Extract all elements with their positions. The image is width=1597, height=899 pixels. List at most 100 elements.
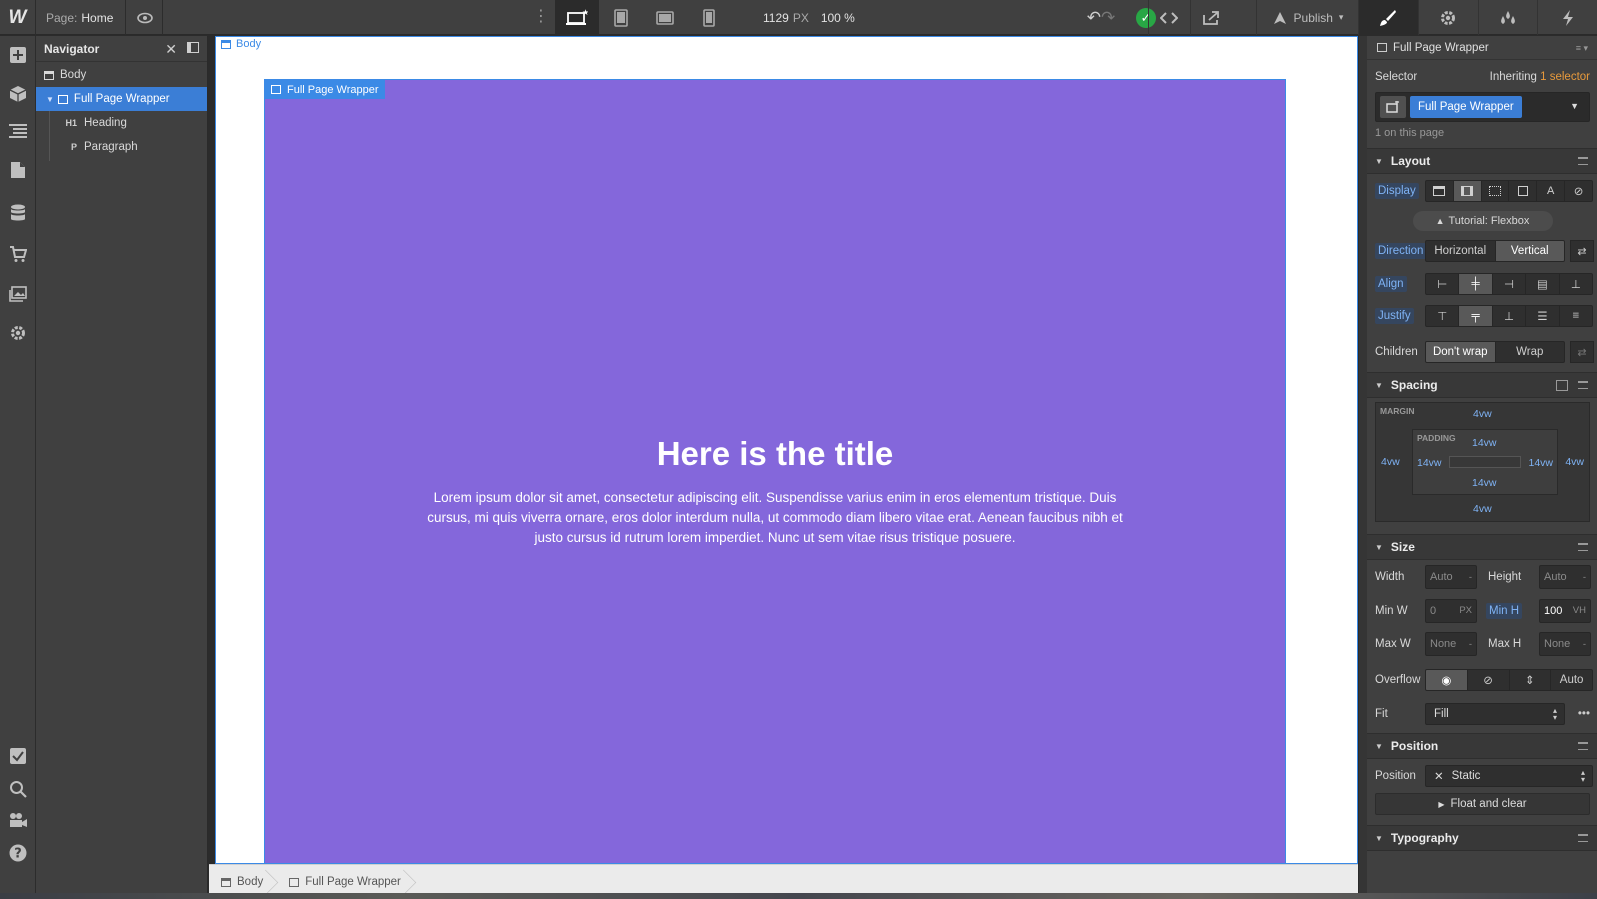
tutorial-flexbox-link[interactable]: ▲ Tutorial: Flexbox <box>1412 211 1553 231</box>
hero-heading[interactable]: Here is the title <box>265 435 1285 473</box>
direction-label[interactable]: Direction <box>1375 243 1427 259</box>
mobile-portrait-breakpoint-icon[interactable] <box>687 0 731 35</box>
object-fit-select[interactable]: Fill ▴ ▾ <box>1425 703 1565 725</box>
display-inline-icon[interactable]: A <box>1536 181 1564 201</box>
wrap-button[interactable]: Wrap <box>1494 342 1565 362</box>
position-section-header[interactable]: ▼ Position <box>1367 733 1597 759</box>
min-height-unit[interactable]: VH <box>1573 605 1586 616</box>
max-height-unit[interactable]: - <box>1583 639 1586 650</box>
display-grid-icon[interactable] <box>1480 181 1509 201</box>
align-baseline-icon[interactable]: ⊥ <box>1558 274 1592 294</box>
nav-item-body[interactable]: Body <box>36 63 207 87</box>
video-tutorials-camera-icon[interactable] <box>0 804 36 836</box>
margin-bottom-value[interactable]: 4vw <box>1473 503 1492 515</box>
section-settings-icon[interactable] <box>1578 381 1588 389</box>
spacing-mode-icon[interactable] <box>1556 380 1568 391</box>
navigator-layers-icon[interactable] <box>0 115 36 147</box>
margin-left-value[interactable]: 4vw <box>1381 456 1400 468</box>
align-stretch-icon[interactable]: ▤ <box>1525 274 1558 294</box>
max-height-input[interactable]: None - <box>1539 632 1591 656</box>
selector-state-icon[interactable] <box>1380 96 1406 118</box>
direction-horizontal-button[interactable]: Horizontal <box>1426 241 1495 261</box>
section-settings-icon[interactable] <box>1578 543 1588 551</box>
typography-section-header[interactable]: ▼ Typography <box>1367 825 1597 851</box>
padding-bottom-value[interactable]: 14vw <box>1472 477 1497 489</box>
caret-down-icon[interactable]: ▼ <box>46 95 54 104</box>
project-settings-gear-icon[interactable] <box>0 317 36 349</box>
height-input[interactable]: Auto - <box>1539 565 1591 589</box>
hero-paragraph[interactable]: Lorem ipsum dolor sit amet, consectetur … <box>415 488 1135 548</box>
reverse-direction-icon[interactable]: ⇄ <box>1570 240 1594 262</box>
publish-button[interactable]: Publish ▾ <box>1256 0 1358 35</box>
symbols-box-icon[interactable] <box>0 78 36 110</box>
mobile-landscape-breakpoint-icon[interactable] <box>643 0 687 35</box>
help-question-icon[interactable]: ? <box>0 837 36 869</box>
dont-wrap-button[interactable]: Don't wrap <box>1426 342 1495 362</box>
margin-right-value[interactable]: 4vw <box>1565 456 1584 468</box>
overflow-auto-button[interactable]: Auto <box>1550 670 1592 690</box>
display-inline-block-icon[interactable] <box>1508 181 1536 201</box>
selector-field[interactable]: Full Page Wrapper ▼ <box>1375 92 1590 122</box>
align-center-icon[interactable]: ╪ <box>1458 274 1492 294</box>
padding-left-value[interactable]: 14vw <box>1417 457 1442 469</box>
justify-end-icon[interactable]: ⊥ <box>1491 306 1525 326</box>
overflow-visible-eye-icon[interactable]: ◉ <box>1426 670 1467 690</box>
class-chip[interactable]: Full Page Wrapper <box>1410 96 1522 118</box>
style-brush-icon[interactable] <box>1358 0 1418 35</box>
full-page-wrapper-element[interactable]: Full Page Wrapper Here is the title Lore… <box>264 79 1286 864</box>
nav-item-full-page-wrapper[interactable]: ▼ Full Page Wrapper <box>36 87 207 111</box>
interactions-bolt-icon[interactable] <box>1537 0 1597 35</box>
inheriting-count-link[interactable]: 1 selector <box>1540 71 1590 83</box>
min-height-label[interactable]: Min H <box>1486 602 1523 619</box>
overflow-hidden-icon[interactable]: ⊘ <box>1466 670 1509 690</box>
code-export-icon[interactable] <box>1148 0 1188 35</box>
margin-top-value[interactable]: 4vw <box>1473 408 1492 420</box>
max-width-unit[interactable]: - <box>1469 639 1472 650</box>
spacing-section-header[interactable]: ▼ Spacing <box>1367 372 1597 398</box>
display-block-icon[interactable] <box>1426 181 1453 201</box>
justify-center-icon[interactable]: ╤ <box>1458 306 1492 326</box>
search-icon[interactable] <box>0 773 36 805</box>
chevron-down-icon[interactable]: ▼ <box>1570 101 1579 111</box>
design-canvas[interactable]: Body Full Page Wrapper Here is the title… <box>209 36 1358 864</box>
align-label[interactable]: Align <box>1375 276 1407 292</box>
tablet-breakpoint-icon[interactable] <box>599 0 643 35</box>
close-icon[interactable]: ✕ <box>165 41 177 58</box>
layout-section-header[interactable]: ▼ Layout <box>1367 148 1597 174</box>
audit-checkbox-icon[interactable] <box>0 740 36 772</box>
height-unit[interactable]: - <box>1583 572 1586 583</box>
justify-space-between-icon[interactable]: ☰ <box>1525 306 1558 326</box>
justify-space-around-icon[interactable]: ≡ <box>1558 306 1592 326</box>
style-manager-drops-icon[interactable] <box>1477 0 1538 35</box>
reverse-wrap-icon[interactable]: ⇄ <box>1570 341 1594 363</box>
display-none-icon[interactable]: ⊘ <box>1564 181 1592 201</box>
share-icon[interactable] <box>1190 0 1230 35</box>
nav-item-paragraph[interactable]: P Paragraph <box>36 135 207 159</box>
align-end-icon[interactable]: ⊣ <box>1491 274 1525 294</box>
preview-eye-icon[interactable] <box>127 0 163 35</box>
padding-top-value[interactable]: 14vw <box>1472 437 1497 449</box>
min-height-input[interactable]: 100 VH <box>1539 598 1591 623</box>
direction-vertical-button[interactable]: Vertical <box>1494 241 1564 261</box>
justify-label[interactable]: Justify <box>1375 308 1414 324</box>
element-settings-caret-icon[interactable]: ≡ ▾ <box>1576 43 1588 54</box>
desktop-breakpoint-icon[interactable]: ★ <box>555 0 599 35</box>
page-selector[interactable]: Page: Home <box>36 0 126 35</box>
dock-panel-icon[interactable] <box>187 42 199 53</box>
align-start-icon[interactable]: ⊢ <box>1426 274 1458 294</box>
redo-icon[interactable]: ↷ <box>1101 8 1115 28</box>
min-width-input[interactable]: 0 PX <box>1425 598 1477 623</box>
float-and-clear-toggle[interactable]: ▶ Float and clear <box>1375 793 1590 815</box>
assets-images-icon[interactable] <box>0 278 36 310</box>
cms-database-icon[interactable] <box>0 197 36 229</box>
more-options-icon[interactable]: ••• <box>1578 708 1590 720</box>
section-settings-icon[interactable] <box>1578 834 1588 842</box>
section-settings-icon[interactable] <box>1578 742 1588 750</box>
size-section-header[interactable]: ▼ Size <box>1367 534 1597 560</box>
body-element-tag[interactable]: Body <box>221 38 261 50</box>
width-input[interactable]: Auto - <box>1425 565 1477 589</box>
webflow-logo[interactable]: W <box>0 0 36 35</box>
more-vertical-icon[interactable]: ⋮ <box>533 8 549 26</box>
max-width-input[interactable]: None - <box>1425 632 1477 656</box>
section-settings-icon[interactable] <box>1578 157 1588 165</box>
